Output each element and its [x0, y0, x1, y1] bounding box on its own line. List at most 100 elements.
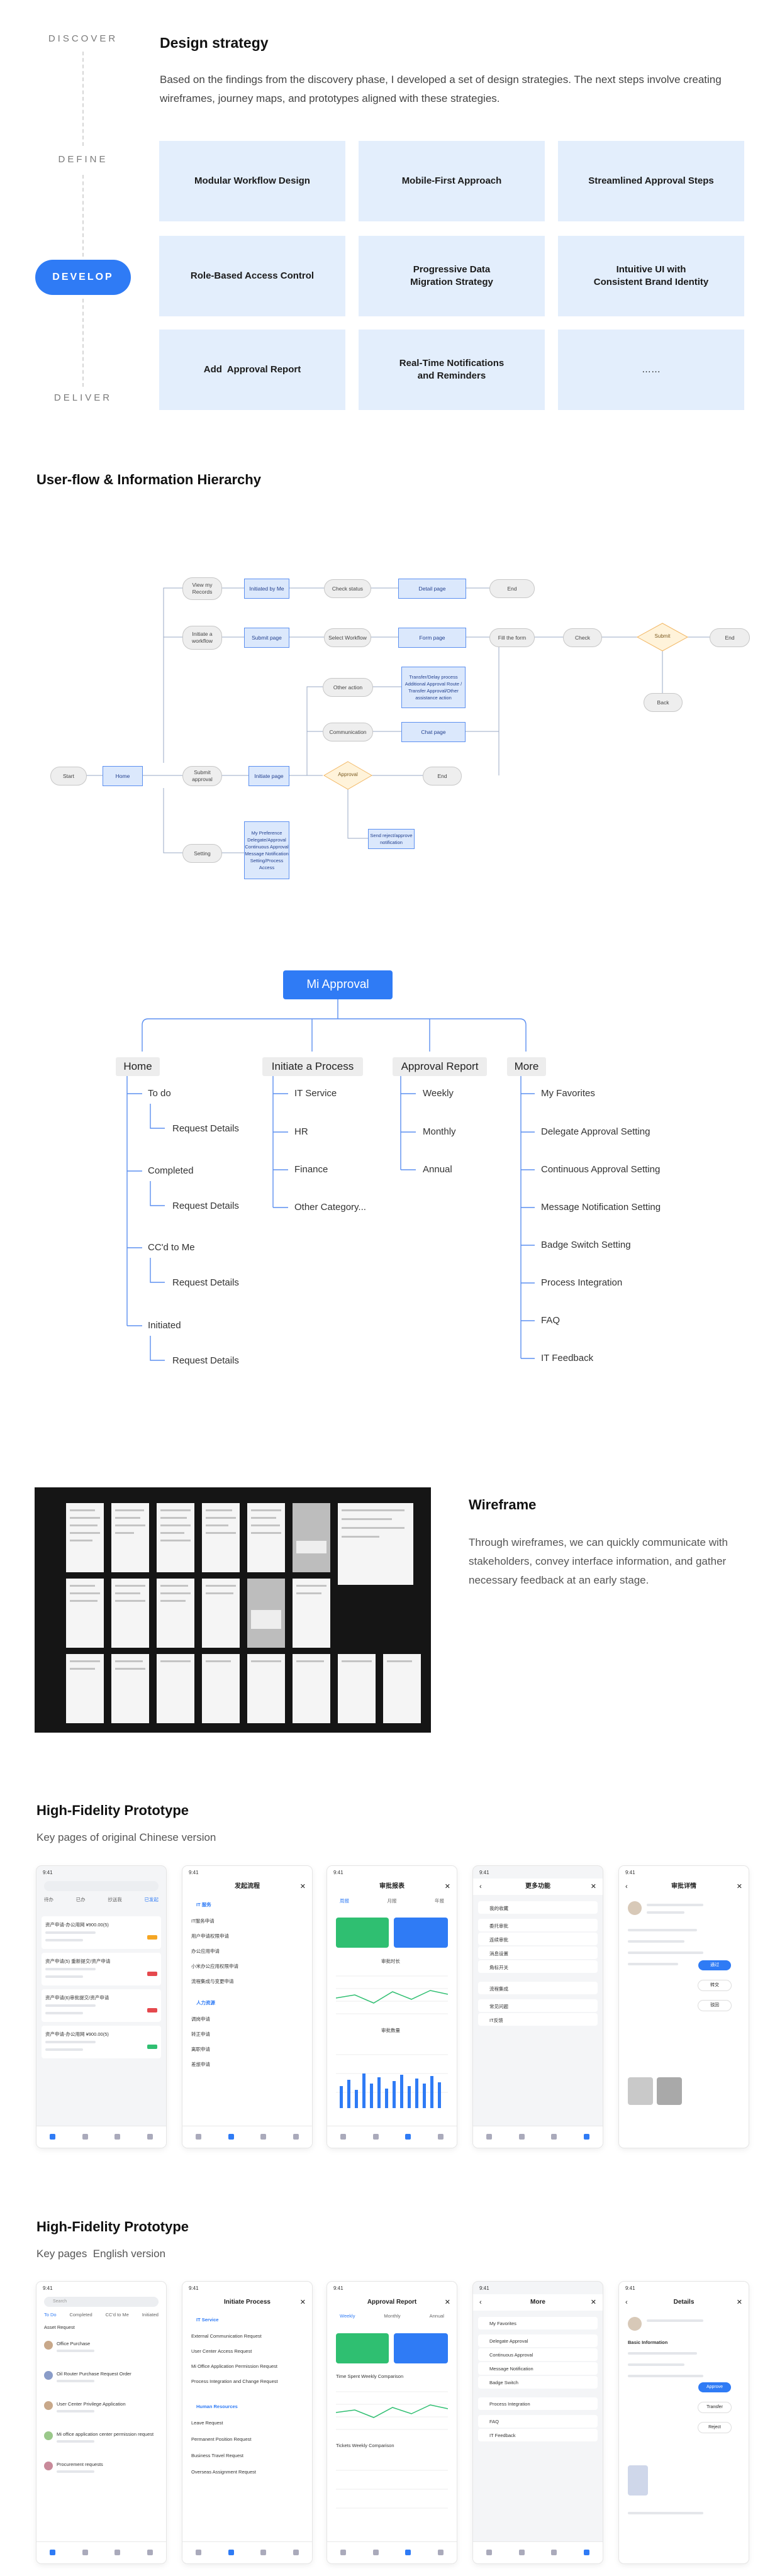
process-item[interactable]: 离职申请: [191, 2046, 210, 2053]
process-item[interactable]: 小米办公应用权限申请: [191, 1963, 238, 1970]
tab-annual[interactable]: 年报: [435, 1897, 444, 1904]
close-icon[interactable]: ✕: [445, 1879, 450, 1895]
home-tab-icon[interactable]: [46, 2133, 60, 2141]
back-icon[interactable]: ‹: [625, 1879, 628, 1895]
search-input[interactable]: [44, 1881, 159, 1891]
home-tab-icon[interactable]: [337, 2133, 350, 2141]
list-item[interactable]: Mi office application center permission …: [42, 2426, 161, 2453]
menu-item[interactable]: My Favorites: [478, 2317, 598, 2329]
initiate-tab-icon[interactable]: [369, 2133, 382, 2141]
menu-item[interactable]: 连续审批: [478, 1933, 598, 1945]
menu-item[interactable]: Process Integration: [478, 2397, 598, 2410]
initiate-tab-icon[interactable]: [515, 2133, 528, 2141]
list-item[interactable]: 资产申请(6)审批提交/资产申请: [42, 1989, 161, 2022]
report-tab-icon[interactable]: [401, 2133, 415, 2141]
back-icon[interactable]: ‹: [479, 2294, 482, 2311]
search-input[interactable]: Search: [44, 2297, 159, 2307]
more-tab-icon[interactable]: [289, 2549, 303, 2557]
report-tab-icon[interactable]: [257, 2133, 271, 2141]
report-tab-icon[interactable]: [547, 2133, 561, 2141]
close-icon[interactable]: ✕: [591, 1879, 596, 1895]
tab-todo[interactable]: To Do: [44, 2312, 57, 2318]
attachment-thumbnail[interactable]: [628, 2465, 648, 2496]
report-tab-icon[interactable]: [111, 2133, 125, 2141]
menu-item[interactable]: FAQ: [478, 2415, 598, 2428]
process-item[interactable]: 用户申请权限申请: [191, 1933, 229, 1940]
attachment-thumbnail[interactable]: [628, 2077, 653, 2105]
tab-monthly[interactable]: Monthly: [384, 2313, 400, 2319]
back-icon[interactable]: ‹: [479, 1879, 482, 1895]
list-item[interactable]: 资产申请-办公用网 ¥900.00(5): [42, 2026, 161, 2058]
process-item[interactable]: 差旅申请: [191, 2061, 210, 2068]
more-tab-icon[interactable]: [579, 2549, 593, 2557]
attachment-thumbnail[interactable]: [657, 2077, 682, 2105]
initiate-tab-icon[interactable]: [224, 2133, 238, 2141]
back-icon[interactable]: ‹: [625, 2294, 628, 2311]
more-tab-icon[interactable]: [143, 2549, 157, 2557]
reject-button[interactable]: 驳回: [698, 2001, 731, 2011]
close-icon[interactable]: ✕: [445, 2294, 450, 2311]
initiate-tab-icon[interactable]: [224, 2549, 238, 2557]
close-icon[interactable]: ✕: [300, 2294, 306, 2311]
process-item[interactable]: Overseas Assignment Request: [191, 2469, 256, 2475]
close-icon[interactable]: ✕: [300, 1879, 306, 1895]
initiate-tab-icon[interactable]: [78, 2549, 92, 2557]
process-item[interactable]: Permanent Position Request: [191, 2436, 251, 2442]
tab-cc[interactable]: 抄送我: [108, 1896, 122, 1904]
tab-completed[interactable]: Completed: [69, 2312, 92, 2318]
tab-monthly[interactable]: 月报: [388, 1897, 397, 1904]
transfer-button[interactable]: Transfer: [698, 2402, 731, 2412]
home-tab-icon[interactable]: [337, 2549, 350, 2557]
process-item[interactable]: 流程集成与变更申请: [191, 1978, 234, 1985]
more-tab-icon[interactable]: [289, 2133, 303, 2141]
menu-item[interactable]: 消息设置: [478, 1946, 598, 1959]
home-tab-icon[interactable]: [483, 2549, 496, 2557]
close-icon[interactable]: ✕: [591, 2294, 596, 2311]
process-item[interactable]: 转正申请: [191, 2031, 210, 2038]
tab-weekly[interactable]: 周报: [340, 1897, 349, 1904]
list-item[interactable]: Procurement requests: [42, 2457, 161, 2483]
filter-dropdown[interactable]: Asset Request: [44, 2324, 75, 2330]
tab-cc[interactable]: CC'd to Me: [106, 2312, 129, 2318]
menu-item[interactable]: 我的收藏: [478, 1901, 598, 1914]
menu-item[interactable]: 委托审批: [478, 1919, 598, 1931]
more-tab-icon[interactable]: [143, 2133, 157, 2141]
process-item[interactable]: 调岗申请: [191, 2016, 210, 2023]
tab-todo[interactable]: 待办: [44, 1896, 53, 1904]
list-item[interactable]: 资产申请(5) 重新提交/资产申请: [42, 1953, 161, 1985]
tab-weekly[interactable]: Weekly: [340, 2313, 355, 2319]
menu-item[interactable]: 流程集成: [478, 1982, 598, 1994]
close-icon[interactable]: ✕: [737, 1879, 742, 1895]
process-item[interactable]: IT服务申请: [191, 1918, 215, 1924]
process-item[interactable]: Mi Office Application Permission Request: [191, 2363, 277, 2369]
list-item[interactable]: Office Purchase: [42, 2336, 161, 2362]
menu-item[interactable]: IT Feedback: [478, 2429, 598, 2441]
home-tab-icon[interactable]: [192, 2133, 206, 2141]
process-item[interactable]: User Center Access Request: [191, 2348, 252, 2354]
process-item[interactable]: Leave Request: [191, 2420, 223, 2426]
process-item[interactable]: External Communication Request: [191, 2333, 262, 2339]
menu-item[interactable]: Delegate Approval: [478, 2334, 598, 2347]
close-icon[interactable]: ✕: [737, 2294, 742, 2311]
process-item[interactable]: Business Travel Request: [191, 2453, 243, 2458]
menu-item[interactable]: IT反馈: [478, 2013, 598, 2026]
list-item[interactable]: Oil Router Purchase Request Order: [42, 2366, 161, 2392]
report-tab-icon[interactable]: [257, 2549, 271, 2557]
tab-initiated[interactable]: 已发起: [144, 1896, 159, 1904]
menu-item[interactable]: Message Notification: [478, 2362, 598, 2375]
report-tab-icon[interactable]: [401, 2549, 415, 2557]
tab-initiated[interactable]: Initiated: [142, 2312, 159, 2318]
approve-button[interactable]: 通过: [698, 1960, 731, 1970]
tab-done[interactable]: 已办: [76, 1896, 86, 1904]
report-tab-icon[interactable]: [547, 2549, 561, 2557]
more-tab-icon[interactable]: [433, 2549, 447, 2557]
tab-annual[interactable]: Annual: [430, 2313, 444, 2319]
menu-item[interactable]: 角标开关: [478, 1960, 598, 1973]
menu-item[interactable]: Badge Switch: [478, 2376, 598, 2389]
reject-button[interactable]: Reject: [698, 2423, 731, 2433]
more-tab-icon[interactable]: [579, 2133, 593, 2141]
list-item[interactable]: 资产申请-办公用网 ¥900.00(5): [42, 1916, 161, 1949]
menu-item[interactable]: Continuous Approval: [478, 2348, 598, 2361]
menu-item[interactable]: 常见问题: [478, 1999, 598, 2012]
home-tab-icon[interactable]: [192, 2549, 206, 2557]
